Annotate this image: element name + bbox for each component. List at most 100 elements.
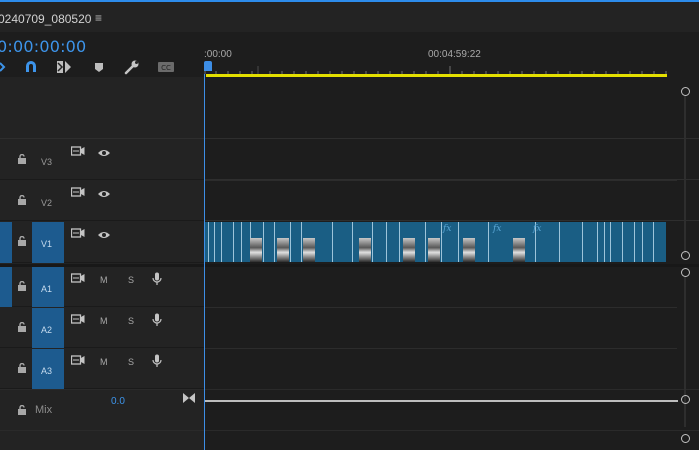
- clip-edit-point[interactable]: [208, 222, 209, 262]
- clip-edit-point[interactable]: [642, 222, 643, 262]
- microphone-icon[interactable]: [152, 313, 162, 327]
- clip-edit-point[interactable]: [634, 222, 635, 262]
- clip-edit-point[interactable]: [233, 222, 234, 262]
- audio-scroll-handle-bottom[interactable]: [681, 434, 690, 443]
- clip-edit-point[interactable]: [263, 222, 264, 262]
- clip-edit-point[interactable]: [597, 222, 598, 262]
- track-label: V2: [41, 198, 53, 208]
- clip-edit-point[interactable]: [458, 222, 459, 262]
- clip-edit-point[interactable]: [559, 222, 560, 262]
- track-header-v1[interactable]: V1: [0, 222, 204, 263]
- captions-icon[interactable]: CC: [157, 58, 175, 76]
- track-label: A1: [41, 284, 53, 294]
- hamburger-menu-icon[interactable]: ≡: [95, 11, 102, 25]
- playhead-handle[interactable]: [204, 61, 212, 71]
- clip-edit-point[interactable]: [399, 222, 400, 262]
- linked-selection-icon[interactable]: [55, 58, 73, 76]
- mix-level-line[interactable]: [205, 400, 678, 402]
- track-header-v2[interactable]: V2: [0, 181, 204, 221]
- solo-button[interactable]: S: [128, 357, 134, 367]
- mix-volume-value[interactable]: 0.0: [111, 396, 125, 407]
- track-header-a1[interactable]: A1 M S: [0, 267, 204, 307]
- lock-icon[interactable]: [17, 405, 27, 415]
- track-label: V3: [41, 157, 53, 167]
- sync-lock-icon[interactable]: [71, 314, 85, 326]
- track-lane-line: [205, 307, 677, 308]
- audio-scroll-handle-mid[interactable]: [681, 395, 690, 404]
- clip-edit-point[interactable]: [622, 222, 623, 262]
- insert-overwrite-icon[interactable]: [0, 58, 12, 76]
- video-scroll-handle-top[interactable]: [681, 87, 690, 96]
- clip-edit-point[interactable]: [332, 222, 333, 262]
- clip-edit-point[interactable]: [425, 222, 426, 262]
- clip-thumbnail: [403, 238, 415, 262]
- clip-thumbnail: [463, 238, 475, 262]
- lock-icon[interactable]: [17, 363, 27, 373]
- timeline-settings-wrench-icon[interactable]: [123, 58, 141, 76]
- microphone-icon[interactable]: [152, 354, 162, 368]
- track-header-v3[interactable]: V3: [0, 140, 204, 180]
- mute-button[interactable]: M: [100, 275, 108, 285]
- clip-edit-point[interactable]: [241, 222, 242, 262]
- source-patch-v1[interactable]: [0, 222, 12, 263]
- clip-edit-point[interactable]: [610, 222, 611, 262]
- mix-track-bowtie-icon[interactable]: [183, 393, 195, 403]
- video-clip-strip-v1[interactable]: fx fx fx: [205, 222, 666, 262]
- add-marker-icon[interactable]: [90, 58, 108, 76]
- clip-edit-point[interactable]: [604, 222, 605, 262]
- sync-lock-icon[interactable]: [71, 228, 85, 240]
- clip-edit-point[interactable]: [653, 222, 654, 262]
- sync-lock-icon[interactable]: [71, 355, 85, 367]
- lock-icon[interactable]: [17, 195, 27, 205]
- eye-icon[interactable]: [97, 148, 111, 158]
- lock-icon[interactable]: [17, 236, 27, 246]
- ruler-ticks: [204, 66, 667, 74]
- clip-edit-point[interactable]: [274, 222, 275, 262]
- track-header-a3[interactable]: A3 M S: [0, 349, 204, 389]
- sync-lock-icon[interactable]: [71, 146, 85, 158]
- clip-edit-point[interactable]: [214, 222, 215, 262]
- mute-button[interactable]: M: [100, 357, 108, 367]
- sync-lock-icon[interactable]: [71, 187, 85, 199]
- source-patch-a1[interactable]: [0, 267, 12, 307]
- clip-edit-point[interactable]: [441, 222, 442, 262]
- track-lane-line: [205, 348, 677, 349]
- clip-edit-point[interactable]: [582, 222, 583, 262]
- clip-edit-point[interactable]: [488, 222, 489, 262]
- clip-edit-point[interactable]: [290, 222, 291, 262]
- track-label: V1: [41, 239, 53, 249]
- eye-icon[interactable]: [97, 189, 111, 199]
- clip-edit-point[interactable]: [386, 222, 387, 262]
- clip-thumbnail: [359, 238, 371, 262]
- solo-button[interactable]: S: [128, 275, 134, 285]
- solo-button[interactable]: S: [128, 316, 134, 326]
- snap-magnet-icon[interactable]: [22, 58, 40, 76]
- lock-icon[interactable]: [17, 322, 27, 332]
- mix-track-label: Mix: [35, 404, 53, 416]
- lock-icon[interactable]: [17, 154, 27, 164]
- microphone-icon[interactable]: [152, 272, 162, 286]
- sequence-tab-title[interactable]: 0240709_080520: [0, 12, 91, 26]
- time-ruler[interactable]: :00:00 00:04:59:22: [204, 33, 699, 77]
- playhead-line[interactable]: [204, 74, 205, 450]
- clip-thumbnail: [250, 238, 262, 262]
- work-area-bar[interactable]: [206, 74, 667, 77]
- track-lane-line: [205, 180, 677, 181]
- track-header-a2[interactable]: A2 M S: [0, 308, 204, 348]
- audio-scrollbar-track[interactable]: [684, 277, 686, 427]
- ruler-label-start: :00:00: [204, 49, 232, 60]
- video-scrollbar-track[interactable]: [684, 96, 686, 254]
- clip-thumbnail: [513, 238, 525, 262]
- clip-edit-point[interactable]: [372, 222, 373, 262]
- playhead-timecode[interactable]: 0:00:00:00: [0, 37, 86, 56]
- mute-button[interactable]: M: [100, 316, 108, 326]
- clip-edit-point[interactable]: [352, 222, 353, 262]
- eye-icon[interactable]: [97, 230, 111, 240]
- lock-icon[interactable]: [17, 281, 27, 291]
- sync-lock-icon[interactable]: [71, 273, 85, 285]
- video-scroll-handle-bottom[interactable]: [681, 251, 690, 260]
- fx-badge: fx: [443, 224, 452, 234]
- audio-scroll-handle-top[interactable]: [681, 268, 690, 277]
- clip-edit-point[interactable]: [301, 222, 302, 262]
- clip-edit-point[interactable]: [221, 222, 222, 262]
